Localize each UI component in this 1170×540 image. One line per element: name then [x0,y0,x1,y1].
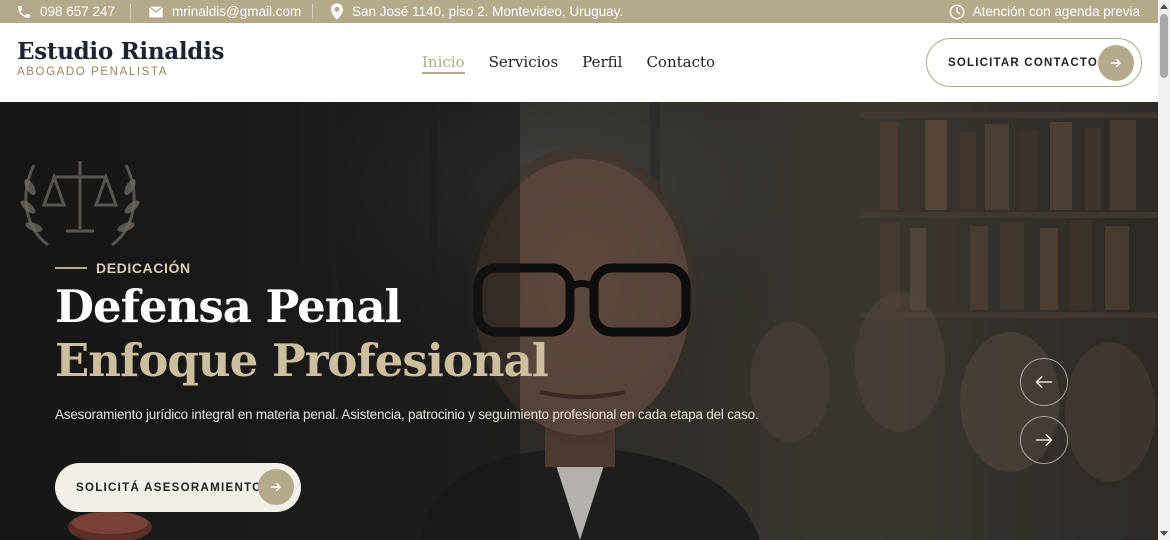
slider-prev-button[interactable] [1020,358,1068,406]
eyebrow-line [55,267,87,269]
nav-item-servicios[interactable]: Servicios [489,53,559,74]
email-contact[interactable]: mrinaldis@gmail.com [148,0,301,23]
hero-section: DEDICACIÓN Defensa Penal Enfoque Profesi… [0,102,1158,540]
arrow-left-icon [1035,376,1053,388]
arrow-right-icon [1035,434,1053,446]
nav-item-contacto[interactable]: Contacto [646,53,715,74]
hero-eyebrow-text: DEDICACIÓN [96,260,191,276]
top-info-bar: 098 657 247 mrinaldis@gmail.com San José… [0,0,1158,23]
phone-number: 098 657 247 [40,4,116,19]
hero-title-line2: Enfoque Profesional [55,334,549,387]
slider-next-button[interactable] [1020,416,1068,464]
request-advice-label: SOLICITÁ ASESORAMIENTO [76,481,263,494]
hours-text: Atención con agenda previa [972,4,1140,19]
request-contact-button[interactable]: SOLICITAR CONTACTO [926,38,1142,87]
nav-item-inicio[interactable]: Inicio [422,53,465,74]
nav-item-perfil[interactable]: Perfil [582,53,622,74]
mail-icon [148,5,164,17]
scroll-up-arrow[interactable] [1160,4,1168,9]
scrollbar-thumb[interactable] [1160,14,1168,78]
arrow-right-icon [1098,45,1134,81]
main-nav: Inicio Servicios Perfil Contacto [422,53,739,74]
brand-tagline: ABOGADO PENALISTA [17,66,168,78]
request-advice-button[interactable]: SOLICITÁ ASESORAMIENTO [55,463,301,512]
address-text: San José 1140, piso 2. Montevideo, Urugu… [352,4,624,19]
hours-info: Atención con agenda previa [949,0,1140,23]
site-header: Estudio Rinaldis ABOGADO PENALISTA Inici… [0,23,1158,102]
hero-description: Asesoramiento jurídico integral en mater… [55,407,759,422]
page-scrollbar[interactable] [1158,0,1170,540]
divider [312,4,313,19]
address-contact[interactable]: San José 1140, piso 2. Montevideo, Urugu… [330,0,623,23]
location-pin-icon [330,3,344,20]
brand-logo[interactable]: Estudio Rinaldis ABOGADO PENALISTA [17,38,224,78]
divider [130,4,131,19]
brand-name: Estudio Rinaldis [17,38,225,65]
phone-contact[interactable]: 098 657 247 [16,0,115,23]
phone-icon [18,5,30,18]
scales-of-justice-icon [20,161,140,247]
clock-icon [949,4,964,19]
hero-title-line1: Defensa Penal [55,280,402,333]
request-contact-label: SOLICITAR CONTACTO [948,56,1099,69]
arrow-right-icon [258,469,294,505]
hero-eyebrow: DEDICACIÓN [55,260,191,276]
email-address: mrinaldis@gmail.com [172,4,302,19]
scroll-down-arrow[interactable] [1160,531,1168,536]
